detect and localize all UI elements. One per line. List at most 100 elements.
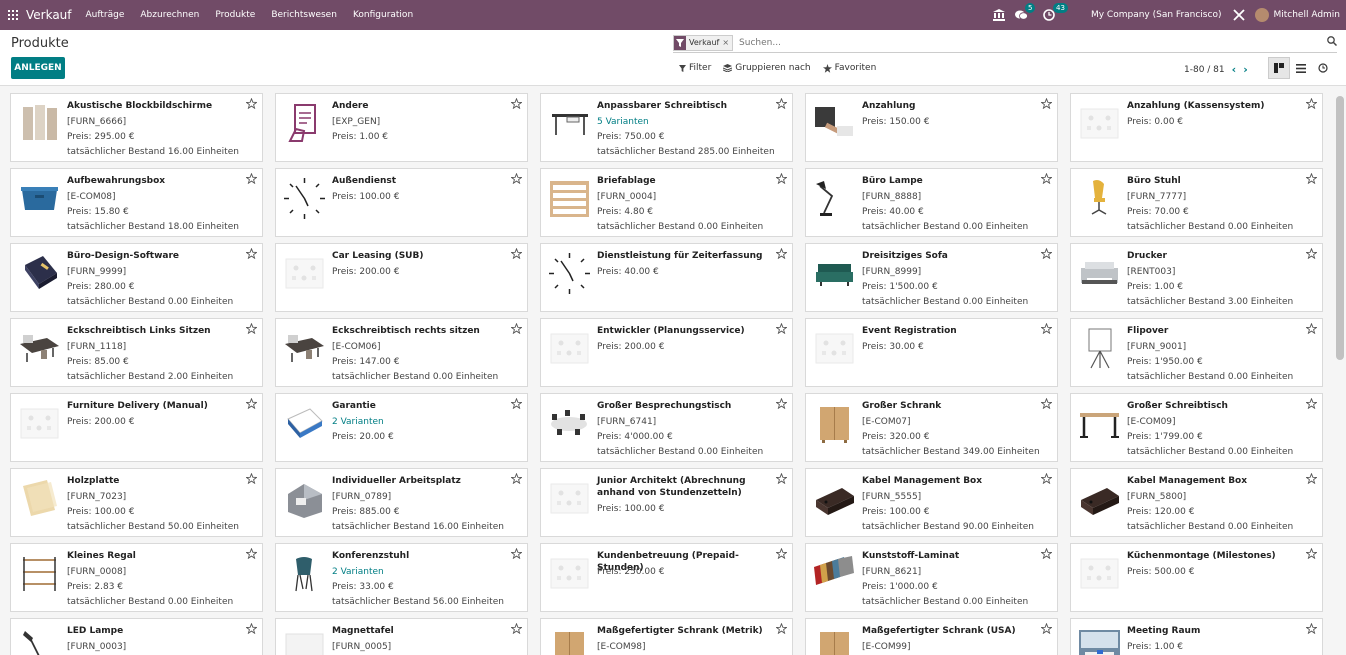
product-card[interactable]: Kunststoff-Laminat [FURN_8621] Preis: 1'00… [805,543,1058,612]
product-card[interactable]: Büro Stuhl [FURN_7777] Preis: 70.00 € tatsä… [1070,168,1323,237]
product-card[interactable]: Küchenmontage (Milestones) Preis: 500.00 … [1070,543,1323,612]
product-card[interactable]: Dienstleistung für Zeiterfassung Preis: 4… [540,243,793,312]
favorite-star-icon[interactable] [1040,172,1053,187]
scrollbar-thumb[interactable] [1336,96,1344,360]
product-card[interactable]: Kabel Management Box [FURN_5555] Preis: 10… [805,468,1058,537]
favorite-star-icon[interactable] [245,547,258,562]
activity-view-icon[interactable] [1312,57,1334,79]
pager-value[interactable]: 1-80 / 81 [1184,65,1225,75]
company-switcher[interactable]: My Company (San Francisco) [1091,10,1221,20]
bank-icon[interactable] [992,8,1007,22]
product-card[interactable]: Anzahlung (Kassensystem) Preis: 0.00 € [1070,93,1323,162]
search-input[interactable] [737,36,1302,49]
product-card[interactable]: Flipover [FURN_9001] Preis: 1'950.00 € tats… [1070,318,1323,387]
product-card[interactable]: Junior Architekt (Abrechnung anhand von … [540,468,793,537]
favorite-star-icon[interactable] [510,397,523,412]
product-card[interactable]: Großer Besprechungstisch [FURN_6741] Preis… [540,393,793,462]
messages-icon[interactable]: 5 [1014,3,1036,22]
favorite-star-icon[interactable] [1305,322,1318,337]
product-card[interactable]: Akustische Blockbildschirme [FURN_6666] Pr… [10,93,263,162]
product-card[interactable]: Car Leasing (SUB) Preis: 200.00 € [275,243,528,312]
product-card[interactable]: Maßgefertigter Schrank (Metrik) [E-COM98] [540,618,793,655]
favorite-star-icon[interactable] [775,97,788,112]
pager-previous-icon[interactable]: ‹ [1232,63,1237,76]
favorite-star-icon[interactable] [1040,472,1053,487]
favorite-star-icon[interactable] [1040,622,1053,637]
menu-item-configuration[interactable]: Konfiguration [353,10,413,20]
menu-item-orders[interactable]: Aufträge [86,10,125,20]
group-by-button[interactable]: Gruppieren nach [723,63,811,73]
favorite-star-icon[interactable] [510,247,523,262]
product-card[interactable]: Aufbewahrungsbox [E-COM08] Preis: 15.80 € t… [10,168,263,237]
favorite-star-icon[interactable] [775,172,788,187]
filter-button[interactable]: Filter [679,63,711,73]
favorite-star-icon[interactable] [510,322,523,337]
favorite-star-icon[interactable] [1305,472,1318,487]
favorite-star-icon[interactable] [1305,397,1318,412]
product-card[interactable]: Kundenbetreuung (Prepaid-Stunden) Preis: … [540,543,793,612]
product-card[interactable]: Anpassbarer Schreibtisch 5 Varianten Preis… [540,93,793,162]
favorite-star-icon[interactable] [245,397,258,412]
product-card[interactable]: Drucker [RENT003] Preis: 1.00 € tatsächlich… [1070,243,1323,312]
favorite-star-icon[interactable] [245,247,258,262]
product-card[interactable]: Büro Lampe [FURN_8888] Preis: 40.00 € tatsä… [805,168,1058,237]
favorite-star-icon[interactable] [510,622,523,637]
product-card[interactable]: Magnettafel [FURN_0005] [275,618,528,655]
pager-next-icon[interactable]: › [1243,63,1248,76]
apps-menu-icon[interactable] [8,10,18,20]
menu-item-products[interactable]: Produkte [215,10,255,20]
product-card[interactable]: Kleines Regal [FURN_0008] Preis: 2.83 € tat… [10,543,263,612]
product-card[interactable]: LED Lampe [FURN_0003] [10,618,263,655]
favorite-star-icon[interactable] [775,472,788,487]
product-card[interactable]: Entwickler (Planungsservice) Preis: 200.0… [540,318,793,387]
user-menu[interactable]: Mitchell Admin [1273,10,1340,20]
create-button[interactable]: ANLEGEN [11,57,65,79]
kanban-view-icon[interactable] [1268,57,1290,79]
favorite-star-icon[interactable] [1305,622,1318,637]
facet-remove-icon[interactable]: × [722,38,732,47]
favorite-star-icon[interactable] [775,622,788,637]
product-card[interactable]: Großer Schrank [E-COM07] Preis: 320.00 € ta… [805,393,1058,462]
search-magnifier-icon[interactable] [1327,36,1338,49]
user-avatar[interactable] [1255,8,1270,22]
favorite-star-icon[interactable] [775,397,788,412]
activities-clock-icon[interactable]: 43 [1043,3,1068,22]
favorite-star-icon[interactable] [245,472,258,487]
product-card[interactable]: Kabel Management Box [FURN_5800] Preis: 12… [1070,468,1323,537]
favorite-star-icon[interactable] [245,172,258,187]
favorite-star-icon[interactable] [1040,322,1053,337]
favorite-star-icon[interactable] [510,547,523,562]
favorite-star-icon[interactable] [510,97,523,112]
app-name[interactable]: Verkauf [26,8,72,22]
favorite-star-icon[interactable] [775,247,788,262]
product-card[interactable]: Dreisitziges Sofa [FURN_8999] Preis: 1'500… [805,243,1058,312]
product-card[interactable]: Holzplatte [FURN_7023] Preis: 100.00 € tats… [10,468,263,537]
debug-tools-icon[interactable] [1233,8,1247,22]
product-card[interactable]: Individueller Arbeitsplatz [FURN_0789] Pre… [275,468,528,537]
product-card[interactable]: Furniture Delivery (Manual) Preis: 200.00… [10,393,263,462]
product-card[interactable]: Eckschreibtisch rechts sitzen [E-COM06] Pr… [275,318,528,387]
product-card[interactable]: Außendienst Preis: 100.00 € [275,168,528,237]
favorite-star-icon[interactable] [1040,97,1053,112]
favorite-star-icon[interactable] [775,322,788,337]
favorite-star-icon[interactable] [510,172,523,187]
favorite-star-icon[interactable] [245,622,258,637]
favorite-star-icon[interactable] [510,472,523,487]
favorite-star-icon[interactable] [1305,247,1318,262]
list-view-icon[interactable] [1290,57,1312,79]
favorite-star-icon[interactable] [1040,397,1053,412]
product-card[interactable]: Event Registration Preis: 30.00 € [805,318,1058,387]
favorite-star-icon[interactable] [775,547,788,562]
product-card[interactable]: Meeting Raum Preis: 1.00 € [1070,618,1323,655]
product-card[interactable]: Garantie 2 Varianten Preis: 20.00 € [275,393,528,462]
product-card[interactable]: Anzahlung Preis: 150.00 € [805,93,1058,162]
favorites-button[interactable]: Favoriten [822,63,876,73]
menu-item-reporting[interactable]: Berichtswesen [271,10,337,20]
favorite-star-icon[interactable] [1305,97,1318,112]
product-card[interactable]: Büro-Design-Software [FURN_9999] Preis: 28… [10,243,263,312]
favorite-star-icon[interactable] [245,97,258,112]
product-card[interactable]: Konferenzstuhl 2 Varianten Preis: 33.00 € t… [275,543,528,612]
product-card[interactable]: Briefablage [FURN_0004] Preis: 4.80 € tatsä… [540,168,793,237]
product-card[interactable]: Maßgefertigter Schrank (USA) [E-COM99] [805,618,1058,655]
favorite-star-icon[interactable] [1040,247,1053,262]
